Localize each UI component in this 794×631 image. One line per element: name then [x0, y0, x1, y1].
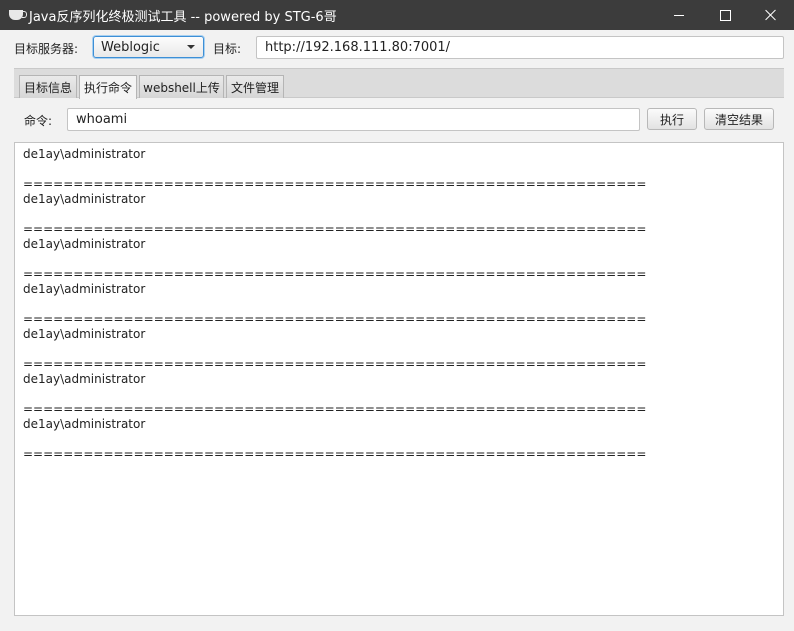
dropdown-arrow-icon [187, 45, 195, 49]
output-line: de1ay\administrator [23, 372, 146, 386]
target-label: 目标: [213, 42, 242, 56]
output-line: ========================================… [23, 222, 647, 236]
minimize-icon [674, 14, 684, 16]
window-title: Java反序列化终极测试工具 -- powered by STG-6哥 [29, 9, 337, 25]
close-button[interactable] [748, 0, 794, 30]
output-line: de1ay\administrator [23, 237, 146, 251]
output-line: ========================================… [23, 267, 647, 281]
output-line: de1ay\administrator [23, 147, 146, 161]
tab-bar: 目标信息 执行命令 webshell上传 文件管理 [14, 68, 784, 99]
tab-file-manager[interactable]: 文件管理 [226, 75, 284, 98]
output-line: ========================================… [23, 402, 647, 416]
output-line: ========================================… [23, 447, 647, 461]
tab-webshell-upload[interactable]: webshell上传 [139, 75, 224, 98]
clear-results-button[interactable]: 清空结果 [704, 108, 774, 130]
output-line: ========================================… [23, 357, 647, 371]
target-url-value: http://192.168.111.80:7001/ [265, 40, 451, 55]
output-line: de1ay\administrator [23, 282, 146, 296]
coffee-cup-icon [9, 10, 27, 20]
close-icon [765, 9, 777, 21]
output-line: de1ay\administrator [23, 192, 146, 206]
minimize-button[interactable] [656, 0, 702, 30]
target-url-input[interactable]: http://192.168.111.80:7001/ [256, 36, 784, 59]
window-controls [656, 0, 794, 30]
output-line: ========================================… [23, 177, 647, 191]
maximize-icon [719, 9, 731, 21]
maximize-button[interactable] [702, 0, 748, 30]
title-bar: Java反序列化终极测试工具 -- powered by STG-6哥 [0, 0, 794, 30]
output-line: ========================================… [23, 312, 647, 326]
server-label: 目标服务器: [14, 42, 79, 56]
tab-execute-command[interactable]: 执行命令 [79, 75, 137, 99]
output-line: de1ay\administrator [23, 327, 146, 341]
command-value: whoami [76, 112, 128, 127]
tab-target-info[interactable]: 目标信息 [19, 75, 77, 98]
server-select-value: Weblogic [101, 39, 160, 55]
output-line: de1ay\administrator [23, 417, 146, 431]
output-lines: de1ay\administrator =====================… [15, 147, 783, 462]
command-label: 命令: [24, 114, 53, 128]
command-input[interactable]: whoami [67, 108, 640, 131]
execute-button[interactable]: 执行 [647, 108, 697, 130]
output-textarea[interactable]: de1ay\administrator =====================… [14, 142, 784, 616]
server-select[interactable]: Weblogic [93, 36, 204, 58]
